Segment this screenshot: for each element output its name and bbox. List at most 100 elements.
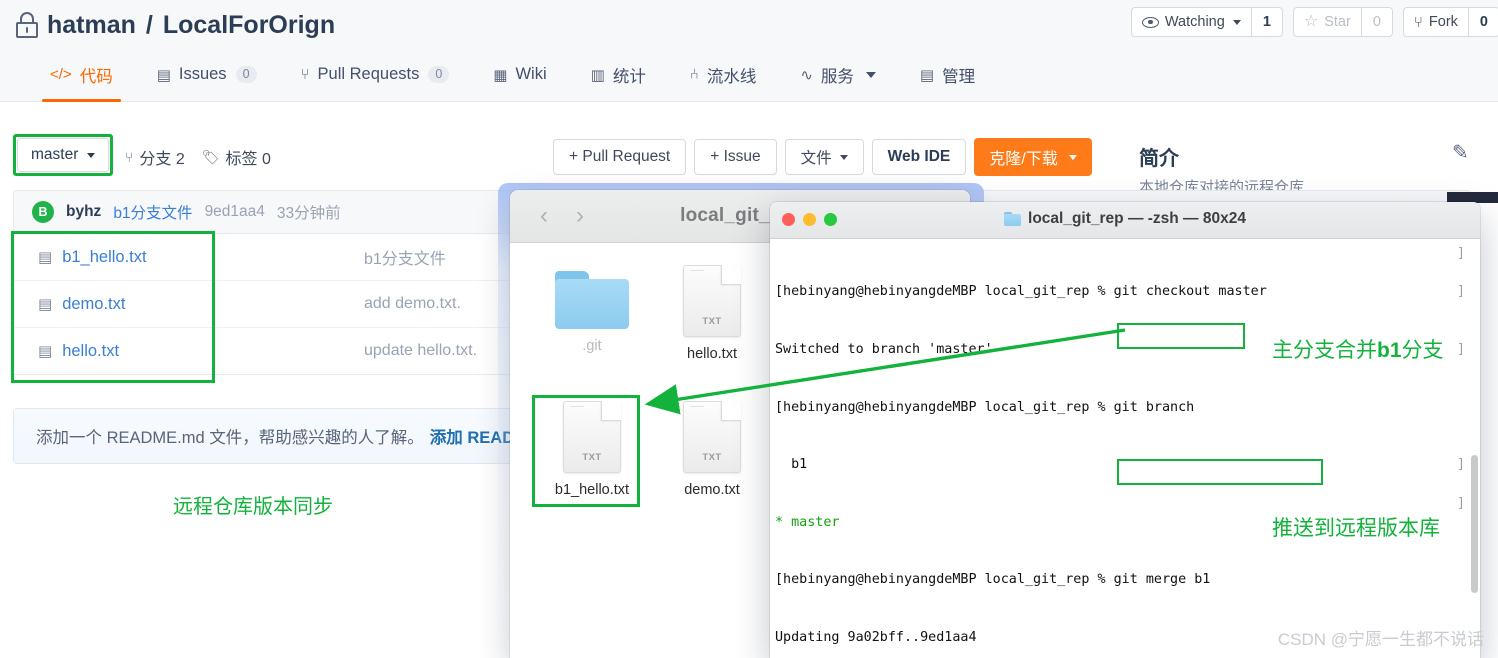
repo-nav-tabs: </> 代码 ▤ Issues 0 ⑂ Pull Requests 0 ▦ Wi…	[0, 48, 1498, 102]
repo-toolbar: master ⑂ 分支 2 🏷 标签 0 + Pull Request + Is…	[0, 102, 1498, 196]
tab-wiki[interactable]: ▦ Wiki	[471, 48, 568, 102]
files-dropdown-label: 文件	[800, 150, 832, 167]
file-name: demo.txt	[62, 294, 126, 313]
annotation-merge-branch-name: b1	[1377, 339, 1402, 362]
watch-button[interactable]: Watching 1	[1130, 7, 1283, 37]
watch-count: 1	[1250, 8, 1282, 36]
tab-pull-requests[interactable]: ⑂ Pull Requests 0	[279, 48, 472, 102]
clone-download-label: 克隆/下载	[989, 151, 1058, 168]
edit-icon[interactable]: ✎	[1452, 142, 1474, 164]
file-icon: ▤	[38, 343, 53, 360]
file-commit-message: b1分支文件	[364, 251, 446, 268]
manage-icon: ▤	[919, 66, 935, 84]
commit-author[interactable]: byhz	[66, 203, 101, 221]
watch-label: Watching	[1164, 14, 1225, 30]
terminal-line: [hebinyang@hebinyangdeMBP local_git_rep …	[775, 284, 1267, 300]
file-name-cell[interactable]: ▤ hello.txt	[14, 342, 364, 361]
tab-code-label: 代码	[79, 67, 113, 86]
lock-icon	[16, 12, 38, 38]
file-name: hello.txt	[62, 341, 120, 360]
fork-label: Fork	[1428, 14, 1458, 30]
folder-icon	[555, 271, 629, 329]
branches-label: 分支 2	[139, 151, 185, 168]
terminal-title: local_git_rep — -zsh — 80x24	[770, 210, 1480, 228]
terminal-line: [hebinyang@hebinyangdeMBP local_git_rep …	[775, 399, 1195, 415]
branches-link[interactable]: ⑂ 分支 2	[125, 145, 185, 169]
repo-action-buttons: + Pull Request + Issue 文件 Web IDE 克隆/下载	[553, 138, 1092, 176]
chevron-down-icon	[865, 71, 876, 78]
terminal-output[interactable]: [hebinyang@hebinyangdeMBP local_git_rep …	[770, 239, 1480, 658]
tab-pipeline[interactable]: ⑃ 流水线	[668, 48, 779, 102]
terminal-window: local_git_rep — -zsh — 80x24 [hebinyang@…	[770, 202, 1480, 658]
csdn-watermark: CSDN @宁愿一生都不说话	[1277, 630, 1484, 649]
txt-badge: TXT	[582, 452, 602, 463]
tab-pull-requests-badge: 0	[428, 66, 450, 83]
commit-message[interactable]: b1分支文件	[113, 201, 192, 223]
txt-badge: TXT	[702, 316, 722, 327]
pull-request-icon: ⑂	[300, 66, 310, 83]
finder-item-label: .git	[582, 338, 602, 354]
code-icon: </>	[50, 66, 72, 83]
tab-stats[interactable]: ▥ 统计	[569, 48, 668, 102]
tab-issues-label: Issues	[178, 65, 227, 83]
avatar: B	[32, 201, 54, 223]
terminal-line: b1	[775, 457, 808, 473]
terminal-titlebar: local_git_rep — -zsh — 80x24	[770, 202, 1480, 239]
branch-meta: ⑂ 分支 2 🏷 标签 0	[125, 145, 271, 169]
repo-title: hatman / LocalForOrign	[16, 5, 335, 45]
repo-title-separator: /	[145, 10, 153, 39]
new-pull-request-button[interactable]: + Pull Request	[553, 139, 687, 175]
tab-manage-label: 管理	[942, 67, 976, 86]
web-ide-button[interactable]: Web IDE	[871, 139, 967, 175]
file-name-cell[interactable]: ▤ demo.txt	[14, 295, 364, 314]
folder-icon	[1004, 212, 1022, 226]
clone-download-button[interactable]: 克隆/下载	[974, 138, 1092, 176]
file-name-cell[interactable]: ▤ b1_hello.txt	[14, 248, 364, 267]
chevron-down-icon	[87, 152, 96, 158]
terminal-scrollbar[interactable]	[1471, 455, 1478, 593]
annotation-merge-prefix: 主分支合并	[1272, 339, 1377, 362]
tab-manage[interactable]: ▤ 管理	[898, 48, 997, 102]
tab-wiki-label: Wiki	[515, 65, 547, 83]
list-item[interactable]: TXT b1_hello.txt	[532, 395, 652, 519]
fork-icon: ⑂	[1413, 13, 1423, 31]
gitee-repo-page: hatman / LocalForOrign Watching 1 ☆ Star…	[0, 0, 1498, 658]
repo-header: hatman / LocalForOrign Watching 1 ☆ Star…	[0, 0, 1498, 48]
commit-sha[interactable]: 9ed1aa4	[205, 203, 265, 221]
star-count: 0	[1360, 8, 1392, 36]
tab-issues[interactable]: ▤ Issues 0	[135, 48, 279, 102]
wiki-icon: ▦	[493, 66, 508, 84]
files-dropdown-button[interactable]: 文件	[784, 139, 864, 175]
pipeline-icon: ⑃	[689, 66, 699, 83]
repo-owner[interactable]: hatman	[47, 11, 136, 40]
tab-issues-badge: 0	[235, 66, 257, 83]
fork-count: 0	[1467, 8, 1498, 36]
tab-pull-requests-label: Pull Requests	[317, 65, 420, 83]
new-issue-button[interactable]: + Issue	[694, 139, 777, 175]
tags-label: 标签 0	[225, 151, 271, 168]
readme-notice-text: 添加一个 README.md 文件，帮助感兴趣的人了解。	[36, 429, 424, 447]
tags-link[interactable]: 🏷 标签 0	[202, 145, 271, 169]
list-item[interactable]: TXT hello.txt	[652, 259, 772, 383]
finder-item-label: b1_hello.txt	[554, 482, 630, 498]
tab-stats-label: 统计	[612, 67, 646, 86]
branch-selector-label: master	[31, 146, 79, 163]
finder-item-label: hello.txt	[687, 346, 737, 362]
list-item[interactable]: TXT demo.txt	[652, 395, 772, 519]
list-item[interactable]: .git	[532, 259, 652, 383]
txt-file-icon: TXT	[683, 401, 741, 473]
annotation-remote-sync: 远程仓库版本同步	[173, 496, 333, 518]
repo-name[interactable]: LocalForOrign	[163, 11, 335, 40]
star-button[interactable]: ☆ Star 0	[1292, 7, 1393, 37]
fork-button[interactable]: ⑂ Fork 0	[1402, 7, 1498, 37]
finder-item-label: demo.txt	[684, 482, 740, 498]
terminal-title-text: local_git_rep — -zsh — 80x24	[1028, 210, 1246, 227]
branch-selector[interactable]: master	[17, 138, 110, 172]
intro-title: 简介	[1139, 148, 1179, 170]
stats-icon: ▥	[590, 66, 605, 84]
star-label: Star	[1324, 14, 1351, 30]
tab-service[interactable]: ∿ 服务	[778, 48, 898, 102]
tab-code[interactable]: </> 代码	[28, 48, 135, 102]
terminal-line: [hebinyang@hebinyangdeMBP local_git_rep …	[775, 572, 1211, 588]
tag-icon: 🏷	[201, 148, 220, 165]
